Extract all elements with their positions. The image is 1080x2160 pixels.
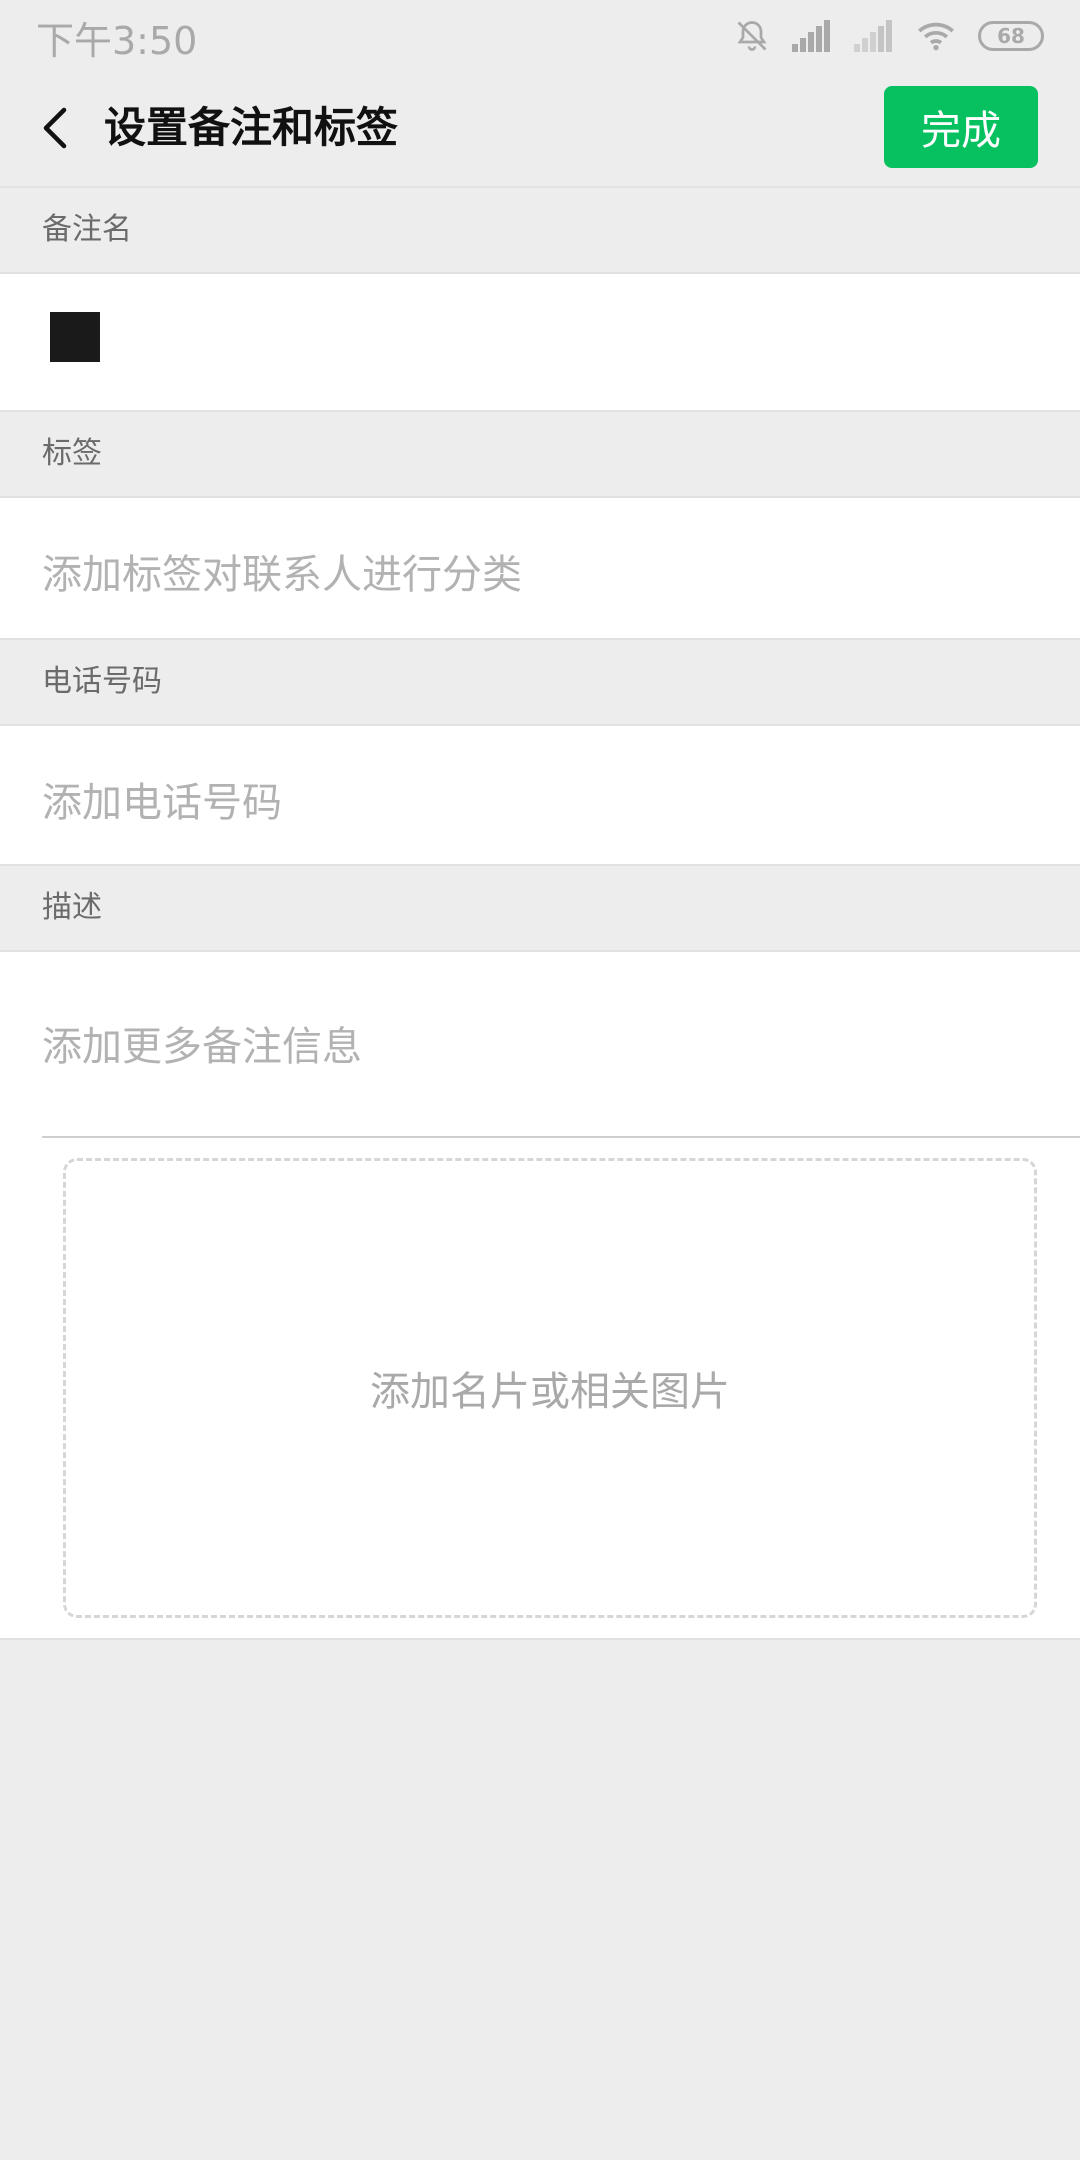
add-image-label: 添加名片或相关图片	[370, 1369, 730, 1415]
phone-field[interactable]: 添加电话号码	[0, 724, 1080, 866]
status-bar: 下午3:50 68	[0, 0, 1080, 70]
page-title: 设置备注和标签	[104, 103, 399, 152]
redacted-name	[50, 312, 100, 362]
phone-label: 电话号码	[0, 640, 1080, 724]
nav-bar: 设置备注和标签 完成	[0, 70, 1080, 188]
description-divider	[42, 1136, 1080, 1138]
description-placeholder[interactable]: 添加更多备注信息	[42, 1014, 362, 1072]
battery-level: 68	[997, 24, 1025, 48]
done-button[interactable]: 完成	[884, 86, 1038, 168]
tags-placeholder: 添加标签对联系人进行分类	[42, 552, 522, 598]
battery-icon: 68	[978, 21, 1044, 51]
status-time: 下午3:50	[36, 19, 198, 63]
tags-label: 标签	[0, 412, 1080, 496]
chevron-left-icon[interactable]	[30, 100, 86, 156]
status-icons: 68	[734, 14, 1044, 58]
phone-placeholder: 添加电话号码	[42, 780, 282, 826]
add-image-area[interactable]: 添加名片或相关图片	[63, 1158, 1037, 1618]
wifi-icon	[918, 22, 954, 51]
remark-name-field[interactable]	[0, 272, 1080, 412]
bell-muted-icon	[737, 21, 767, 51]
signal-icon	[854, 20, 892, 52]
tags-field[interactable]: 添加标签对联系人进行分类	[0, 496, 1080, 640]
signal-icon	[792, 20, 830, 52]
description-label: 描述	[0, 866, 1080, 950]
description-panel: 添加更多备注信息 添加名片或相关图片	[0, 950, 1080, 1640]
remark-name-label: 备注名	[0, 188, 1080, 272]
